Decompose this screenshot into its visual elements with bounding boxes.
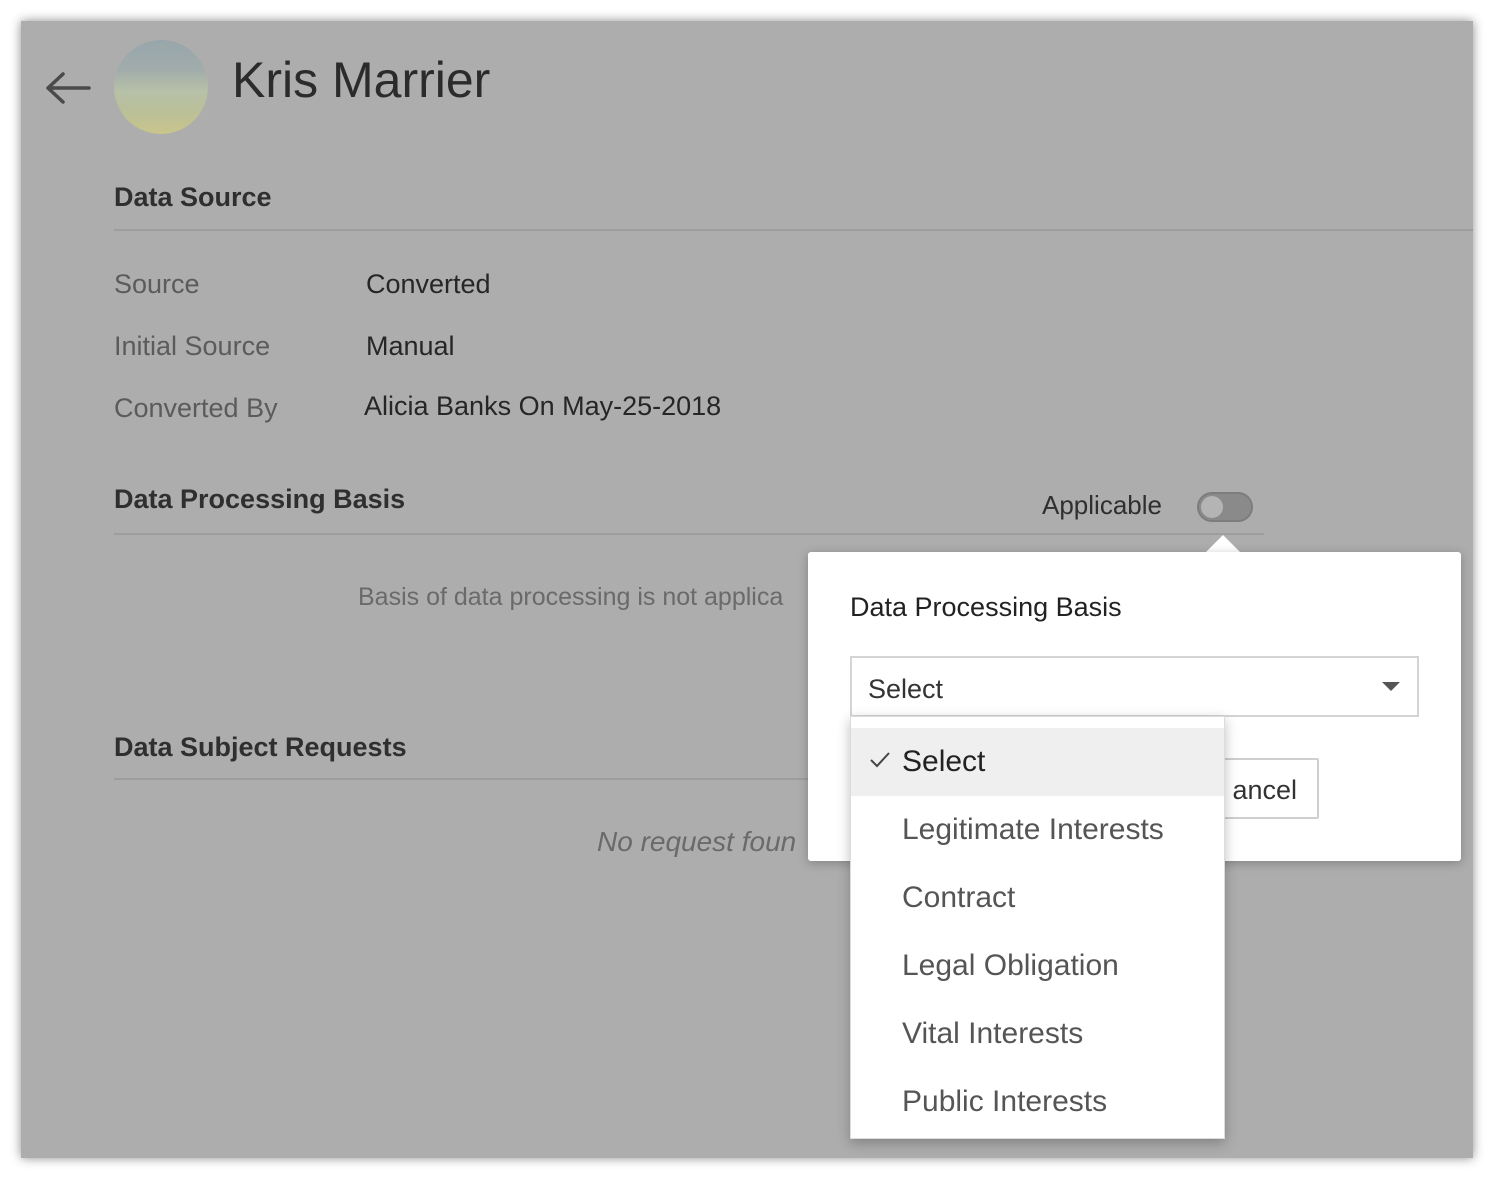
option-label: Public Interests	[902, 1085, 1108, 1118]
caret-down-icon[interactable]	[1382, 682, 1400, 691]
no-requests-text: No request foun	[597, 826, 797, 857]
converted-by-label: Converted By	[114, 393, 278, 423]
data-subject-requests-title: Data Subject Requests	[114, 732, 407, 762]
toggle-knob	[1201, 496, 1223, 518]
arrow-left-icon[interactable]	[43, 69, 93, 107]
option-select[interactable]: Select	[851, 728, 1224, 796]
processing-basis-empty-text: Basis of data processing is not applica	[358, 583, 784, 611]
option-label: Legitimate Interests	[902, 813, 1164, 846]
option-public-interests[interactable]: Public Interests	[851, 1068, 1224, 1136]
processing-basis-select[interactable]: Select	[850, 656, 1419, 717]
initial-source-value: Manual	[366, 331, 455, 361]
popover-caret	[1205, 535, 1241, 553]
divider	[114, 229, 1473, 231]
popover-title: Data Processing Basis	[850, 592, 1122, 622]
option-label: Legal Obligation	[902, 949, 1119, 982]
avatar	[114, 40, 208, 134]
divider	[114, 533, 1264, 535]
option-legal-obligation[interactable]: Legal Obligation	[851, 932, 1224, 1000]
option-legitimate-interests[interactable]: Legitimate Interests	[851, 796, 1224, 864]
checkmark-icon	[870, 752, 890, 768]
option-vital-interests[interactable]: Vital Interests	[851, 1000, 1224, 1068]
option-label: Vital Interests	[902, 1017, 1084, 1050]
processing-basis-options: Select Legitimate Interests Contract Leg…	[850, 716, 1225, 1139]
divider	[114, 778, 834, 780]
applicable-toggle[interactable]	[1197, 492, 1253, 522]
contact-name: Kris Marrier	[232, 52, 491, 108]
initial-source-label: Initial Source	[114, 331, 271, 361]
source-label: Source	[114, 269, 200, 299]
data-processing-basis-title: Data Processing Basis	[114, 484, 406, 514]
select-value: Select	[868, 674, 944, 704]
option-label: Contract	[902, 881, 1016, 914]
option-label: Select	[902, 745, 986, 778]
converted-by-value: Alicia Banks On May-25-2018	[364, 391, 722, 421]
contact-details-page: Kris Marrier Data Source Source Converte…	[21, 21, 1473, 1158]
option-contract[interactable]: Contract	[851, 864, 1224, 932]
data-source-title: Data Source	[114, 182, 272, 212]
cancel-button-label: ancel	[1232, 775, 1297, 805]
applicable-label: Applicable	[1042, 490, 1162, 520]
source-value: Converted	[366, 269, 491, 299]
